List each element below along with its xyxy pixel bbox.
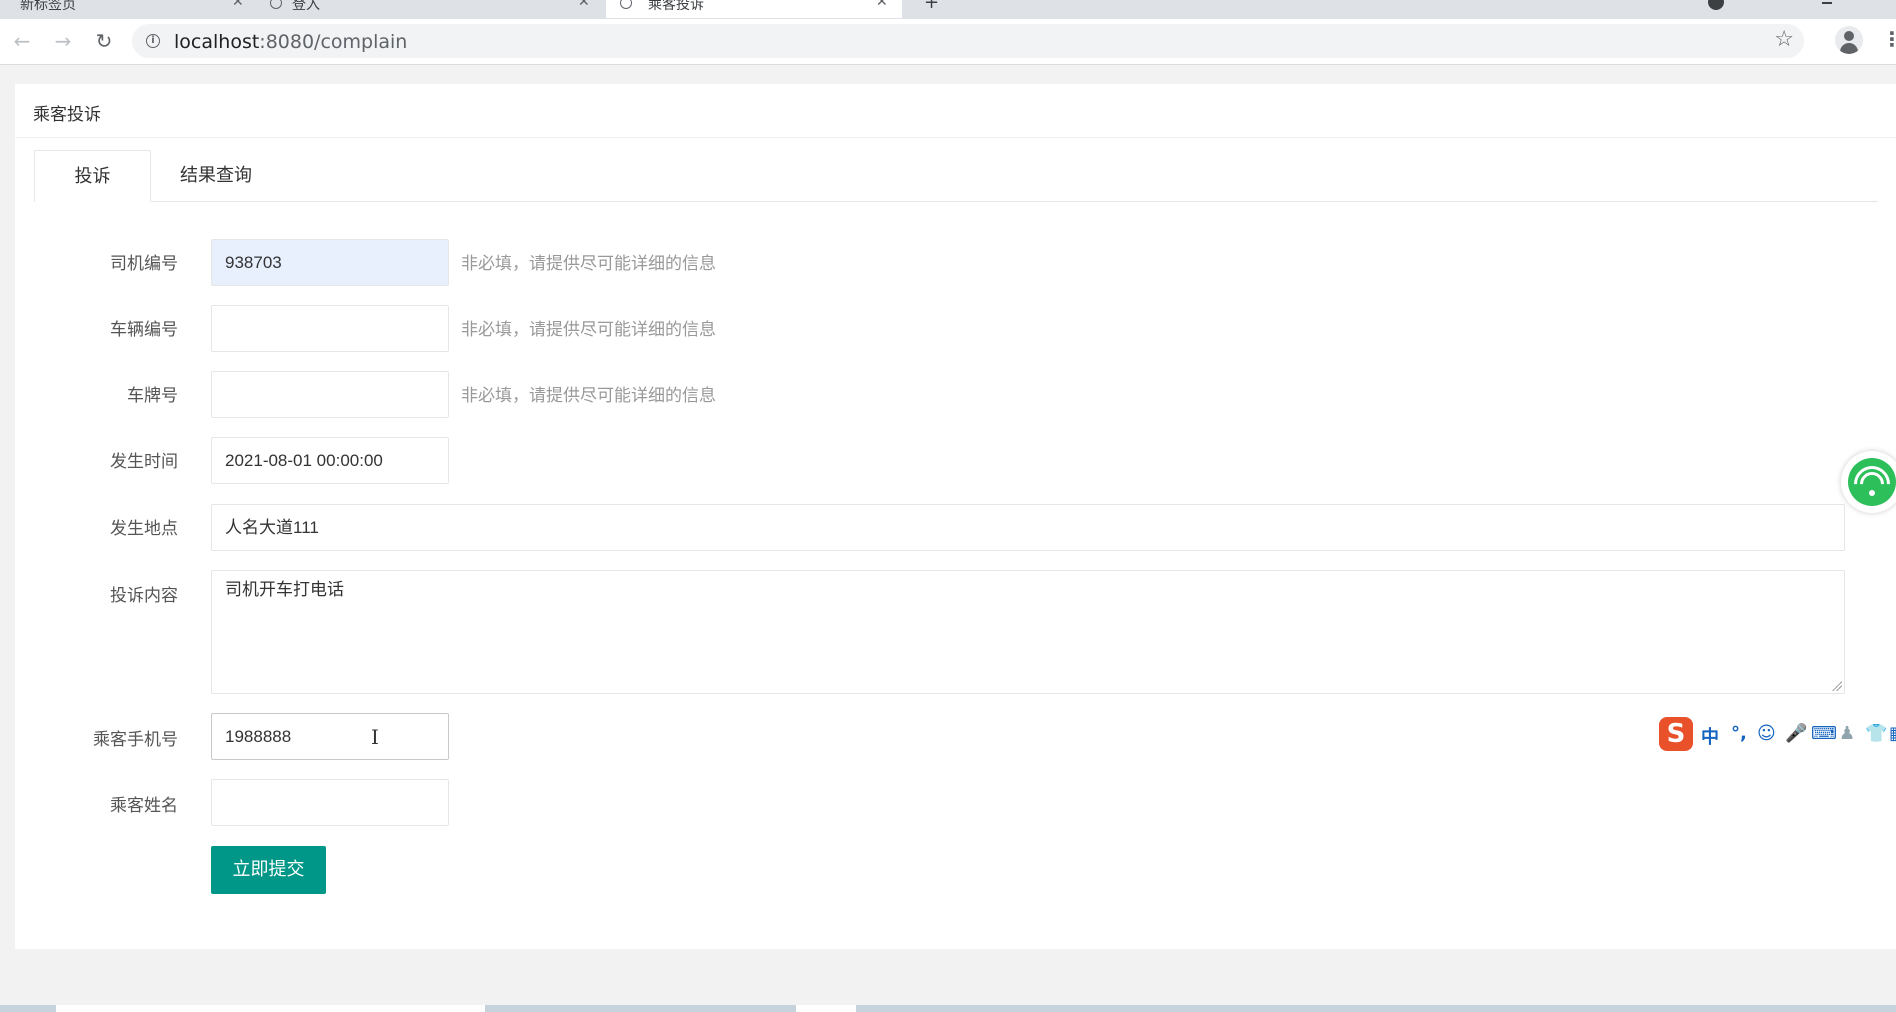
browser-tab-login[interactable]: 登入 ✕: [264, 0, 590, 18]
keyboard-icon[interactable]: ⌨: [1811, 723, 1837, 744]
phone-input[interactable]: 1988888: [211, 713, 449, 760]
content-text: 司机开车打电话: [225, 580, 344, 600]
submit-button[interactable]: 立即提交: [211, 846, 326, 894]
microphone-icon[interactable]: 🎤: [1785, 723, 1807, 744]
location-input[interactable]: 人名大道111: [211, 504, 1845, 551]
location-label: 发生地点: [110, 519, 178, 539]
url-host: localhost: [174, 31, 260, 53]
phone-label: 乘客手机号: [93, 730, 178, 750]
driver-id-label: 司机编号: [110, 254, 178, 274]
forward-arrow-icon[interactable]: →: [49, 27, 77, 55]
card-header: 乘客投诉: [15, 84, 1896, 138]
shirt-icon[interactable]: 👕: [1865, 723, 1887, 744]
browser-tabstrip: 新标签页 ✕ 登入 ✕ 乘客投诉 ✕ +: [0, 0, 1896, 19]
driver-id-hint: 非必填，请提供尽可能详细的信息: [461, 254, 716, 274]
minimize-icon[interactable]: [1822, 2, 1832, 4]
tab-search-icon[interactable]: [1708, 0, 1724, 10]
back-arrow-icon[interactable]: ←: [8, 27, 36, 55]
ime-mode-toggle[interactable]: 中: [1701, 723, 1719, 749]
tab-complain[interactable]: 投诉: [34, 150, 151, 202]
new-tab-button[interactable]: +: [924, 0, 939, 13]
name-label: 乘客姓名: [110, 796, 178, 816]
user-icon[interactable]: ♟: [1839, 723, 1855, 744]
close-icon[interactable]: ✕: [876, 0, 888, 10]
info-icon[interactable]: i: [146, 34, 160, 48]
plate-hint: 非必填，请提供尽可能详细的信息: [461, 386, 716, 406]
wifi-widget[interactable]: [1841, 451, 1896, 513]
kebab-menu-icon[interactable]: ⋮: [1882, 27, 1896, 51]
browser-tab-newtab[interactable]: 新标签页 ✕: [0, 0, 250, 18]
url-path: :8080/complain: [259, 31, 408, 53]
close-icon[interactable]: ✕: [232, 0, 244, 10]
tab-result-query[interactable]: 结果查询: [151, 150, 281, 201]
taskbar-strip: [0, 1005, 1896, 1012]
browser-tab-title: 新标签页: [20, 0, 76, 13]
browser-tab-title: 登入: [292, 0, 320, 13]
browser-toolbar: ← → ↻ i localhost:8080/complain ☆ ⋮: [0, 19, 1896, 65]
vehicle-id-input[interactable]: [211, 305, 449, 352]
close-icon[interactable]: ✕: [578, 0, 590, 10]
page-tab-bar: 投诉 结果查询: [34, 150, 1878, 202]
reload-icon[interactable]: ↻: [90, 27, 118, 55]
browser-tab-complain[interactable]: 乘客投诉 ✕: [606, 0, 902, 18]
time-label: 发生时间: [110, 452, 178, 472]
wifi-icon: [1848, 458, 1896, 506]
globe-icon: [620, 0, 632, 9]
ime-punctuation-toggle[interactable]: °,: [1731, 723, 1747, 744]
resize-grip-icon[interactable]: [1832, 681, 1842, 691]
url-text[interactable]: localhost:8080/complain: [174, 31, 407, 53]
page-title: 乘客投诉: [33, 105, 101, 125]
text-cursor-icon: I: [371, 725, 379, 749]
ime-toolbar: S 中 °, ☺ 🎤 ⌨ ♟ 👕 ▦: [1659, 715, 1896, 753]
vehicle-id-label: 车辆编号: [110, 320, 178, 340]
profile-icon[interactable]: [1835, 26, 1863, 54]
time-input[interactable]: 2021-08-01 00:00:00: [211, 437, 449, 484]
complaint-card: 乘客投诉 投诉 结果查询 司机编号 938703 非必填，请提供尽可能详细的信息…: [15, 84, 1896, 949]
star-icon[interactable]: ☆: [1774, 27, 1794, 52]
plate-input[interactable]: [211, 371, 449, 418]
plate-label: 车牌号: [127, 386, 178, 406]
driver-id-input[interactable]: 938703: [211, 239, 449, 286]
vehicle-id-hint: 非必填，请提供尽可能详细的信息: [461, 320, 716, 340]
sogou-logo-icon[interactable]: S: [1659, 717, 1693, 751]
name-input[interactable]: [211, 779, 449, 826]
browser-tab-title: 乘客投诉: [648, 0, 704, 13]
globe-icon: [270, 0, 282, 9]
emoji-icon[interactable]: ☺: [1757, 723, 1776, 744]
grid-icon[interactable]: ▦: [1889, 723, 1896, 744]
address-bar[interactable]: i localhost:8080/complain ☆: [132, 24, 1804, 58]
content-textarea[interactable]: 司机开车打电话: [211, 570, 1845, 694]
content-label: 投诉内容: [110, 586, 178, 606]
